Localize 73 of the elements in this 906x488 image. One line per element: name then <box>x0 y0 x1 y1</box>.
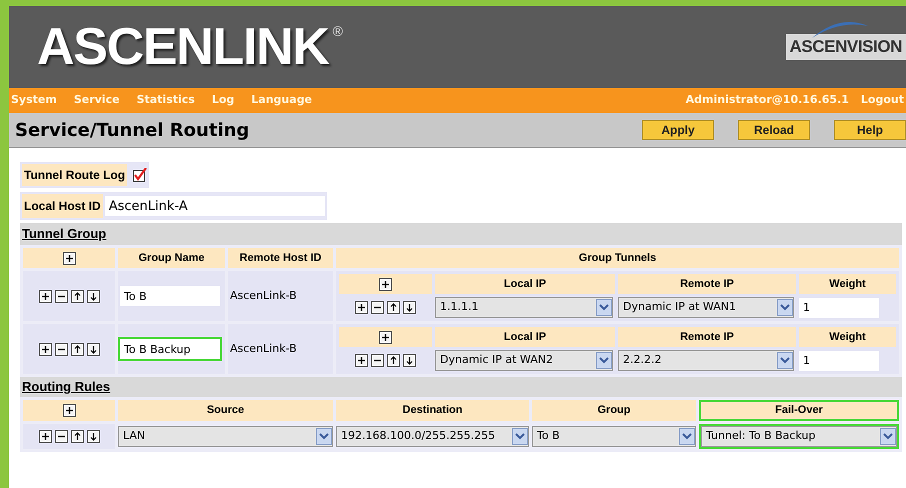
column-header: Remote Host ID <box>228 248 333 268</box>
input-field[interactable]: To B <box>120 286 220 306</box>
move-down-icon[interactable] <box>403 301 416 314</box>
input-field[interactable]: To B Backup <box>120 339 220 359</box>
toolbar-button[interactable]: Apply <box>642 120 714 140</box>
add-icon[interactable] <box>62 404 76 417</box>
remove-icon[interactable] <box>371 301 384 314</box>
column-header: Remote IP <box>618 274 796 294</box>
column-header: Local IP <box>435 327 615 347</box>
section-title: Tunnel Group <box>22 225 106 244</box>
input-field[interactable]: AscenLink-A <box>104 196 325 216</box>
input-field[interactable]: 1 <box>799 350 879 370</box>
move-up-icon[interactable] <box>387 301 400 314</box>
move-up-icon[interactable] <box>70 430 84 442</box>
chevron-down-icon <box>512 428 528 444</box>
column-header: Fail-Over <box>699 400 899 420</box>
chevron-down-icon <box>777 352 793 369</box>
chevron-down-icon <box>777 299 793 316</box>
chevron-down-icon <box>880 428 896 444</box>
table-cell: AscenLink-B <box>228 271 333 321</box>
dropdown[interactable]: 192.168.100.0/255.255.255 <box>336 426 529 446</box>
registered-mark: ® <box>332 22 343 41</box>
toolbar-button[interactable]: Help <box>834 120 906 140</box>
section-title: Routing Rules <box>22 378 110 396</box>
add-icon[interactable] <box>355 301 368 314</box>
dropdown[interactable]: 1.1.1.1 <box>435 297 613 318</box>
user-label: Administrator@10.16.65.1 <box>686 92 849 108</box>
move-down-icon[interactable] <box>403 354 416 367</box>
field-label: Tunnel Route Log <box>22 164 128 186</box>
chevron-down-icon <box>596 299 612 316</box>
move-down-icon[interactable] <box>86 290 100 302</box>
dropdown[interactable]: Dynamic IP at WAN2 <box>435 350 613 371</box>
toolbar-button[interactable]: Reload <box>738 120 810 140</box>
dropdown[interactable]: Tunnel: To B Backup <box>701 426 897 446</box>
add-icon[interactable] <box>379 330 392 344</box>
move-up-icon[interactable] <box>70 342 84 356</box>
dropdown[interactable]: 2.2.2.2 <box>618 350 794 371</box>
move-down-icon[interactable] <box>86 430 100 442</box>
input-field[interactable]: 1 <box>799 298 879 318</box>
column-header: Group <box>532 400 696 420</box>
add-icon[interactable] <box>38 430 52 442</box>
move-up-icon[interactable] <box>387 354 400 367</box>
add-icon[interactable] <box>38 290 52 302</box>
remove-icon[interactable] <box>371 354 384 367</box>
move-up-icon[interactable] <box>70 290 84 302</box>
page-title: Service/Tunnel Routing <box>15 118 250 142</box>
dropdown[interactable]: To B <box>532 426 696 446</box>
chevron-down-icon <box>316 428 332 444</box>
table-cell: AscenLink-B <box>228 324 333 374</box>
move-down-icon[interactable] <box>86 342 100 356</box>
field-label: Local Host ID <box>22 194 103 218</box>
remove-icon[interactable] <box>54 290 68 302</box>
column-header: Weight <box>799 274 896 294</box>
remove-icon[interactable] <box>54 342 68 356</box>
add-icon[interactable] <box>62 252 76 264</box>
column-header: Source <box>118 400 333 420</box>
remove-icon[interactable] <box>54 430 68 442</box>
add-icon[interactable] <box>355 354 368 367</box>
column-header: Weight <box>799 327 896 347</box>
column-header: Destination <box>336 400 529 420</box>
logo: ASCENLINK <box>37 21 329 73</box>
column-header: Remote IP <box>618 327 796 347</box>
add-icon[interactable] <box>379 278 392 290</box>
column-header: Local IP <box>435 274 615 294</box>
column-header: Group Tunnels <box>336 248 899 268</box>
column-header: Group Name <box>118 248 225 268</box>
chevron-down-icon <box>679 428 695 444</box>
checkbox[interactable] <box>133 168 148 182</box>
chevron-down-icon <box>596 352 612 369</box>
dropdown[interactable]: Dynamic IP at WAN1 <box>618 297 794 318</box>
dropdown[interactable]: LAN <box>118 426 333 446</box>
add-icon[interactable] <box>38 342 52 356</box>
brand-logo: ASCENVISION <box>786 34 906 60</box>
